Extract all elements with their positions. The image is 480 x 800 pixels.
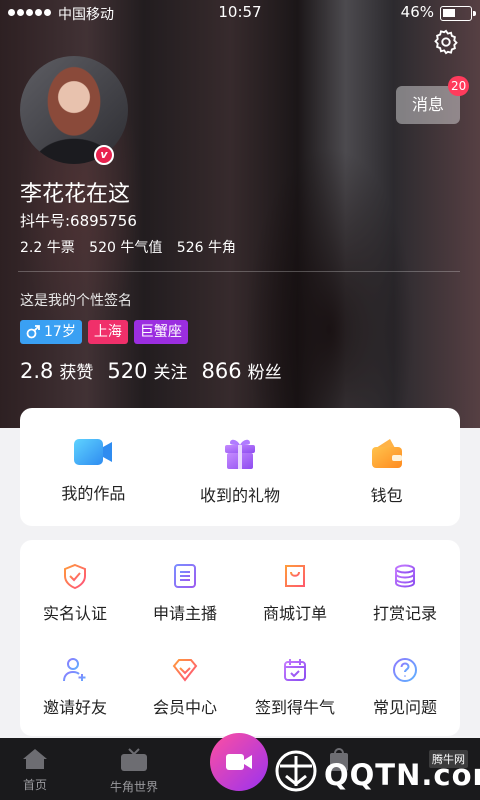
check-in-label: 签到得牛气 (254, 698, 335, 717)
status-bar: 中国移动 10:57 46% (0, 0, 480, 26)
currency-horns: 526 牛角 (176, 240, 236, 256)
profile-stats: 2.8 获赞 520 关注 866 粉丝 (20, 358, 282, 383)
wallet-icon (371, 439, 402, 468)
quick-actions-card: 我的作品 收到的礼物 钱包 (20, 408, 460, 526)
zodiac-tag: 巨蟹座 (133, 320, 188, 344)
my-works-label: 我的作品 (61, 484, 126, 503)
watermark-brand: 腾牛网 (429, 750, 468, 768)
faq-button[interactable]: 常见问题 (350, 634, 460, 728)
city-tag: 上海 (87, 320, 128, 344)
video-camera-icon (74, 439, 113, 465)
shopping-bag-icon (285, 565, 305, 587)
coin-stack-icon (395, 564, 415, 588)
check-in-button[interactable]: 签到得牛气 (240, 634, 350, 728)
currency-summary: 2.2 牛票 520 牛气值 526 牛角 (20, 237, 246, 257)
message-count-badge: 20 (448, 76, 470, 96)
apply-host-button[interactable]: 申请主播 (130, 540, 240, 634)
received-gifts-button[interactable]: 收到的礼物 (167, 408, 314, 526)
male-icon (26, 325, 40, 339)
camera-icon (226, 754, 252, 770)
mall-orders-label: 商城订单 (262, 604, 327, 623)
tab-home[interactable]: 首页 (22, 748, 48, 793)
shield-check-icon (64, 563, 86, 590)
verified-v-icon: v (94, 145, 114, 165)
profile-name: 李花花在这 (20, 182, 131, 207)
divider (18, 271, 460, 272)
mall-orders-button[interactable]: 商城订单 (240, 540, 350, 634)
my-works-button[interactable]: 我的作品 (20, 408, 167, 526)
age-text: 17岁 (44, 324, 76, 340)
gift-icon (225, 439, 255, 469)
stat-fans[interactable]: 866 粉丝 (202, 358, 282, 383)
battery-icon (440, 6, 476, 21)
tab-world-label: 牛角世界 (110, 780, 159, 794)
invite-friends-button[interactable]: 邀请好友 (20, 634, 130, 728)
add-user-icon (63, 658, 86, 682)
wallet-button[interactable]: 钱包 (313, 408, 460, 526)
vip-center-label: 会员中心 (152, 698, 217, 717)
tab-world[interactable]: 牛角世界 (110, 748, 158, 795)
stat-following[interactable]: 520 关注 (107, 358, 187, 383)
battery-percent: 46% (400, 3, 434, 21)
tab-home-label: 首页 (22, 778, 47, 792)
reward-history-button[interactable]: 打赏记录 (350, 540, 460, 634)
apply-host-label: 申请主播 (152, 604, 217, 623)
diamond-icon (172, 659, 198, 682)
reward-history-label: 打赏记录 (372, 604, 437, 623)
profile-tags: 17岁 上海 巨蟹座 (20, 320, 188, 344)
watermark: QQTN.com 腾牛网 (272, 746, 480, 796)
received-gifts-label: 收到的礼物 (200, 486, 281, 505)
question-icon (393, 658, 417, 682)
faq-label: 常见问题 (372, 698, 437, 717)
gender-age-tag: 17岁 (20, 320, 82, 344)
start-live-button[interactable] (210, 733, 268, 791)
tv-icon (121, 748, 147, 771)
invite-friends-label: 邀请好友 (42, 698, 107, 717)
vip-center-button[interactable]: 会员中心 (130, 634, 240, 728)
real-name-auth-button[interactable]: 实名认证 (20, 540, 130, 634)
wallet-label: 钱包 (370, 486, 403, 505)
calendar-check-icon (284, 659, 306, 681)
real-name-auth-label: 实名认证 (42, 604, 107, 623)
currency-energy: 520 牛气值 (89, 240, 163, 256)
currency-tickets: 2.2 牛票 (20, 240, 75, 256)
stat-likes[interactable]: 2.8 获赞 (20, 358, 93, 383)
settings-gear-icon[interactable] (432, 28, 460, 56)
document-list-icon (174, 564, 196, 588)
watermark-logo-icon (275, 750, 317, 792)
profile-id: 抖牛号:6895756 (20, 212, 137, 230)
services-card: 实名认证 申请主播 商城订单 打赏记录 邀请好友 会员中心 签到得牛气 常见问题 (20, 540, 460, 736)
profile-signature: 这是我的个性签名 (20, 293, 132, 309)
home-icon (23, 749, 47, 769)
